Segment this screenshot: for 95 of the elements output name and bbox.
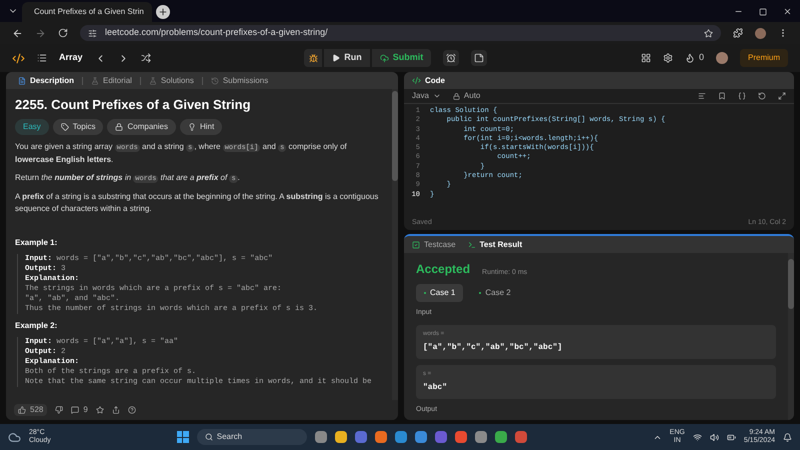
lightbulb-icon (188, 123, 196, 131)
difficulty-badge: Easy (15, 119, 49, 135)
verdict: Accepted (416, 261, 470, 278)
run-button[interactable]: Run (324, 49, 370, 67)
logo-icon (12, 52, 25, 64)
help-icon[interactable] (128, 406, 136, 414)
weather-cloud-icon (8, 430, 21, 444)
alarm-icon[interactable] (443, 50, 460, 66)
case-tab[interactable]: Case 1 (416, 284, 464, 302)
streak-counter[interactable]: 0 (684, 51, 704, 65)
comment-icon (71, 406, 80, 414)
taskbar-app-icon[interactable] (354, 431, 367, 443)
windows-start-icon[interactable] (176, 431, 189, 443)
code-icon (412, 76, 421, 85)
bug-icon (308, 54, 318, 62)
star-icon[interactable] (96, 406, 104, 414)
premium-button[interactable]: Premium (740, 49, 788, 67)
terminal-icon (468, 240, 476, 248)
flask-icon (148, 76, 157, 84)
taskbar-app-icon[interactable] (494, 431, 507, 443)
tag-chip[interactable]: Companies (107, 119, 176, 135)
panel-tab[interactable]: Testcase (412, 238, 456, 250)
example-heading: Example 2: (15, 320, 58, 332)
back-icon[interactable] (12, 28, 23, 38)
document-icon (18, 76, 26, 84)
problem-title: 2255. Count Prefixes of a Given String (15, 97, 252, 113)
thumbs-down-icon[interactable] (55, 406, 64, 414)
tag-icon (60, 123, 69, 131)
braces-icon[interactable] (738, 92, 746, 100)
user-avatar[interactable] (716, 52, 728, 64)
taskbar-app-icon[interactable] (374, 431, 387, 443)
address-bar[interactable]: leetcode.com/problems/count-prefixes-of-a-given-string/ (80, 25, 721, 41)
debug-button[interactable] (304, 49, 322, 67)
grid-icon[interactable] (640, 53, 651, 63)
problem-list-link[interactable]: Array (59, 51, 83, 65)
taskbar-app-icon[interactable] (454, 431, 467, 443)
new-tab-icon[interactable] (156, 5, 170, 19)
chevron-icon (432, 92, 441, 100)
browser-tab[interactable]: Count Prefixes of a Given Strin (22, 2, 152, 22)
taskbar-app-icon[interactable] (334, 431, 347, 443)
forward-icon[interactable] (35, 28, 46, 38)
tag-chip[interactable]: Hint (180, 119, 222, 135)
battery-icon[interactable] (726, 432, 736, 442)
lock-icon (115, 123, 124, 131)
search-icon (204, 433, 213, 441)
taskbar-app-icon[interactable] (414, 431, 427, 443)
wifi-icon[interactable] (692, 432, 702, 442)
comments-button[interactable]: 9 (71, 404, 88, 416)
bell-icon[interactable] (783, 432, 792, 442)
flame-icon (684, 53, 695, 63)
history-icon (210, 76, 219, 84)
taskbar-search[interactable]: Search (196, 429, 307, 445)
shuffle-icon[interactable] (140, 53, 151, 63)
panel-title: Code (425, 74, 445, 86)
profile-avatar[interactable] (755, 28, 766, 38)
taskbar-app-icon[interactable] (514, 431, 527, 443)
panel-tab[interactable]: Test Result (468, 238, 522, 250)
speaker-icon[interactable] (710, 432, 719, 442)
submit-button[interactable]: Submit (372, 49, 432, 67)
checkbox-icon (412, 240, 420, 248)
tab-title: Count Prefixes of a Given Strin (34, 6, 144, 18)
url-text: leetcode.com/problems/count-prefixes-of-a-given-string/ (105, 26, 328, 40)
panel-tab[interactable]: Solutions (144, 74, 198, 86)
site-settings-icon (88, 28, 97, 38)
share-icon[interactable] (112, 406, 120, 414)
thumbs-up-icon (18, 406, 26, 414)
taskbar-app-icon[interactable] (314, 431, 327, 443)
bookmark-icon[interactable] (718, 92, 726, 100)
panel-tab[interactable]: Description (14, 74, 78, 86)
example-heading: Example 1: (15, 237, 58, 249)
note-icon[interactable] (471, 50, 488, 66)
taskbar-app-icon[interactable] (474, 431, 487, 443)
tag-chip[interactable]: Topics (52, 119, 104, 135)
description-paragraph: A prefix of a string is a substring that occurs at the beginning of the string. A substring is a contiguous sequence of characters within a string. (15, 191, 380, 215)
reset-icon[interactable] (758, 92, 766, 100)
play-icon (332, 54, 340, 62)
expand-icon[interactable] (778, 92, 786, 100)
reload-icon[interactable] (58, 28, 68, 38)
maximize-icon[interactable] (759, 8, 767, 16)
extensions-icon[interactable] (733, 28, 743, 38)
language-select[interactable]: Java (412, 90, 441, 102)
panel-tab[interactable]: Editorial (87, 74, 136, 86)
bookmark-star-icon[interactable] (704, 28, 713, 38)
panel-tab[interactable]: Submissions (206, 74, 272, 86)
format-icon[interactable] (698, 92, 706, 100)
list-icon (37, 53, 47, 63)
lock-icon (452, 92, 460, 100)
close-icon[interactable] (783, 7, 792, 16)
like-button[interactable]: 528 (14, 404, 48, 416)
taskbar-app-icon[interactable] (394, 431, 407, 443)
case-tab[interactable]: Case 2 (471, 284, 519, 302)
cloud-upload-icon (380, 54, 389, 62)
settings-icon[interactable] (662, 53, 673, 63)
flask-icon (91, 76, 100, 84)
autocomplete-toggle[interactable]: Auto (452, 90, 480, 102)
